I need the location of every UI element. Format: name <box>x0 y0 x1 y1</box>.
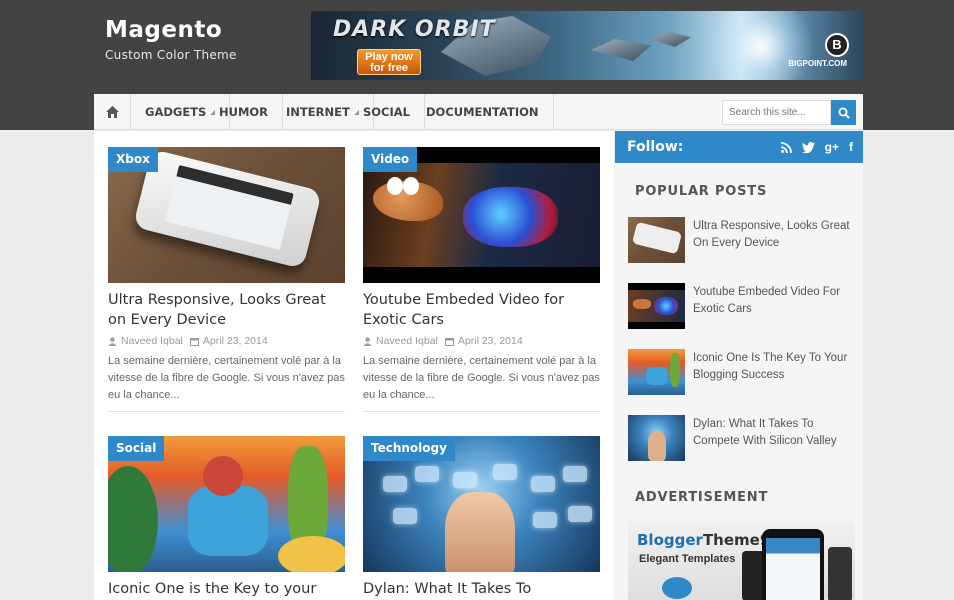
nav-home[interactable] <box>94 94 131 130</box>
popular-post-item[interactable]: Iconic One Is The Key To Your Blogging S… <box>628 349 856 395</box>
search-icon <box>838 107 850 119</box>
hand-image <box>445 492 515 572</box>
nav-item-label: SOCIAL <box>363 105 411 119</box>
popular-post-thumbnail[interactable] <box>628 283 685 329</box>
site-tagline: Custom Color Theme <box>105 48 237 62</box>
post-card: Video Youtube Embeded Video for Exotic C… <box>363 147 600 412</box>
banner-spaceship <box>651 31 691 47</box>
post-divider <box>363 411 600 412</box>
calendar-icon <box>189 337 199 346</box>
banner-ad[interactable]: DARK ORBIT Play now for free B BIGPOINT.C… <box>311 11 863 80</box>
post-author[interactable]: Naveed Iqbal <box>376 335 438 347</box>
art-shape <box>533 512 557 528</box>
popular-post-item[interactable]: Ultra Responsive, Looks Great On Every D… <box>628 217 856 263</box>
post-title[interactable]: Ultra Responsive, Looks Great on Every D… <box>108 290 345 330</box>
phone-image <box>828 547 852 600</box>
calendar-icon <box>444 337 454 346</box>
post-thumbnail[interactable]: Xbox <box>108 147 345 283</box>
popular-post-item[interactable]: Dylan: What It Takes To Compete With Sil… <box>628 415 856 461</box>
home-icon <box>105 106 119 118</box>
nav-item-label: INTERNET <box>286 105 350 119</box>
bigpoint-logo-icon: B <box>825 33 849 57</box>
chat-bubble-icon <box>662 577 692 599</box>
search-input[interactable] <box>722 100 831 125</box>
art-shape <box>568 506 592 522</box>
popular-post-title[interactable]: Iconic One Is The Key To Your Blogging S… <box>693 350 853 384</box>
snail-eye <box>403 177 419 195</box>
banner-logo: DARK ORBIT <box>333 17 496 42</box>
social-icons: g+ f <box>780 139 853 155</box>
site-title[interactable]: Magento <box>105 17 222 43</box>
popular-post-title[interactable]: Dylan: What It Takes To Compete With Sil… <box>693 416 853 450</box>
popular-posts-title: POPULAR POSTS <box>635 184 768 199</box>
user-icon <box>363 336 372 346</box>
banner-spaceship <box>591 39 651 61</box>
popular-post-thumbnail[interactable] <box>628 217 685 263</box>
popular-post-title[interactable]: Youtube Embeded Video For Exotic Cars <box>693 284 853 318</box>
main-nav: GADGETS HUMOR INTERNET SOCIAL DOCUMENTAT… <box>94 94 863 130</box>
post-title[interactable]: Iconic One is the Key to your <box>108 579 345 599</box>
art-shape <box>453 472 477 488</box>
post-thumbnail[interactable]: Video <box>363 147 600 283</box>
category-label[interactable]: Xbox <box>108 147 158 172</box>
sidebar: Follow: g+ f POPULAR POSTS Ultra Respons… <box>615 131 863 600</box>
post-author[interactable]: Naveed Iqbal <box>121 335 183 347</box>
art-shape <box>188 486 268 556</box>
post-date: April 23, 2014 <box>457 335 523 347</box>
user-icon <box>108 336 117 346</box>
art-shape <box>531 476 555 492</box>
post-date: April 23, 2014 <box>202 335 268 347</box>
post-meta: Naveed Iqbal April 23, 2014 <box>363 335 600 347</box>
post-excerpt: La semaine dernière, certainement volé p… <box>108 355 345 401</box>
post-divider <box>108 411 345 412</box>
search-button[interactable] <box>831 100 856 125</box>
post-card: Xbox Ultra Responsive, Looks Great on Ev… <box>108 147 345 412</box>
rss-icon[interactable] <box>780 141 792 153</box>
snail-eye <box>387 177 403 195</box>
category-label[interactable]: Technology <box>363 436 455 461</box>
post-title[interactable]: Youtube Embeded Video for Exotic Cars <box>363 290 600 330</box>
facebook-icon[interactable]: f <box>849 139 853 155</box>
art-shape <box>493 464 517 480</box>
twitter-icon[interactable] <box>801 141 815 153</box>
popular-post-thumbnail[interactable] <box>628 415 685 461</box>
follow-bar: Follow: g+ f <box>615 131 863 163</box>
art-shape <box>563 466 587 482</box>
post-title[interactable]: Dylan: What It Takes To Compete <box>363 579 600 600</box>
popular-post-title[interactable]: Ultra Responsive, Looks Great On Every D… <box>693 218 853 252</box>
sidebar-ad[interactable]: BloggerTheme9 Elegant Templates <box>628 521 855 600</box>
posts-panel: Xbox Ultra Responsive, Looks Great on Ev… <box>94 131 614 600</box>
follow-label: Follow: <box>627 139 684 155</box>
popular-post-item[interactable]: Youtube Embeded Video For Exotic Cars <box>628 283 856 329</box>
post-excerpt: La semaine dernière, certainement volé p… <box>363 355 600 401</box>
art-shape <box>278 536 345 572</box>
nav-item-label: GADGETS <box>145 105 207 119</box>
nav-item-documentation[interactable]: DOCUMENTATION <box>412 94 554 130</box>
post-meta: Naveed Iqbal April 23, 2014 <box>108 335 345 347</box>
art-shape <box>383 476 407 492</box>
post-thumbnail[interactable]: Social <box>108 436 345 572</box>
nav-item-label: HUMOR <box>219 105 269 119</box>
category-label[interactable]: Video <box>363 147 418 172</box>
art-shape <box>393 508 417 524</box>
popular-post-thumbnail[interactable] <box>628 349 685 395</box>
ad-brand: BloggerTheme9 <box>637 531 771 549</box>
post-card: Technology Dylan: What It Takes To Compe… <box>363 436 600 600</box>
art-shape <box>415 466 439 482</box>
nav-item-label: DOCUMENTATION <box>426 105 539 119</box>
phone-image <box>132 149 323 269</box>
bigpoint-text: BIGPOINT.COM <box>788 59 847 68</box>
art-shape <box>203 456 243 496</box>
post-card: Social Iconic One is the Key to your <box>108 436 345 599</box>
banner-play-button[interactable]: Play now for free <box>357 49 421 75</box>
art-shape <box>108 466 158 572</box>
snail-shell <box>463 187 558 247</box>
googleplus-icon[interactable]: g+ <box>825 139 839 155</box>
phone-image <box>762 529 824 600</box>
post-thumbnail[interactable]: Technology <box>363 436 600 572</box>
ad-tagline: Elegant Templates <box>639 553 736 565</box>
category-label[interactable]: Social <box>108 436 165 461</box>
banner-glow <box>701 11 821 80</box>
advertisement-title: ADVERTISEMENT <box>635 490 769 505</box>
